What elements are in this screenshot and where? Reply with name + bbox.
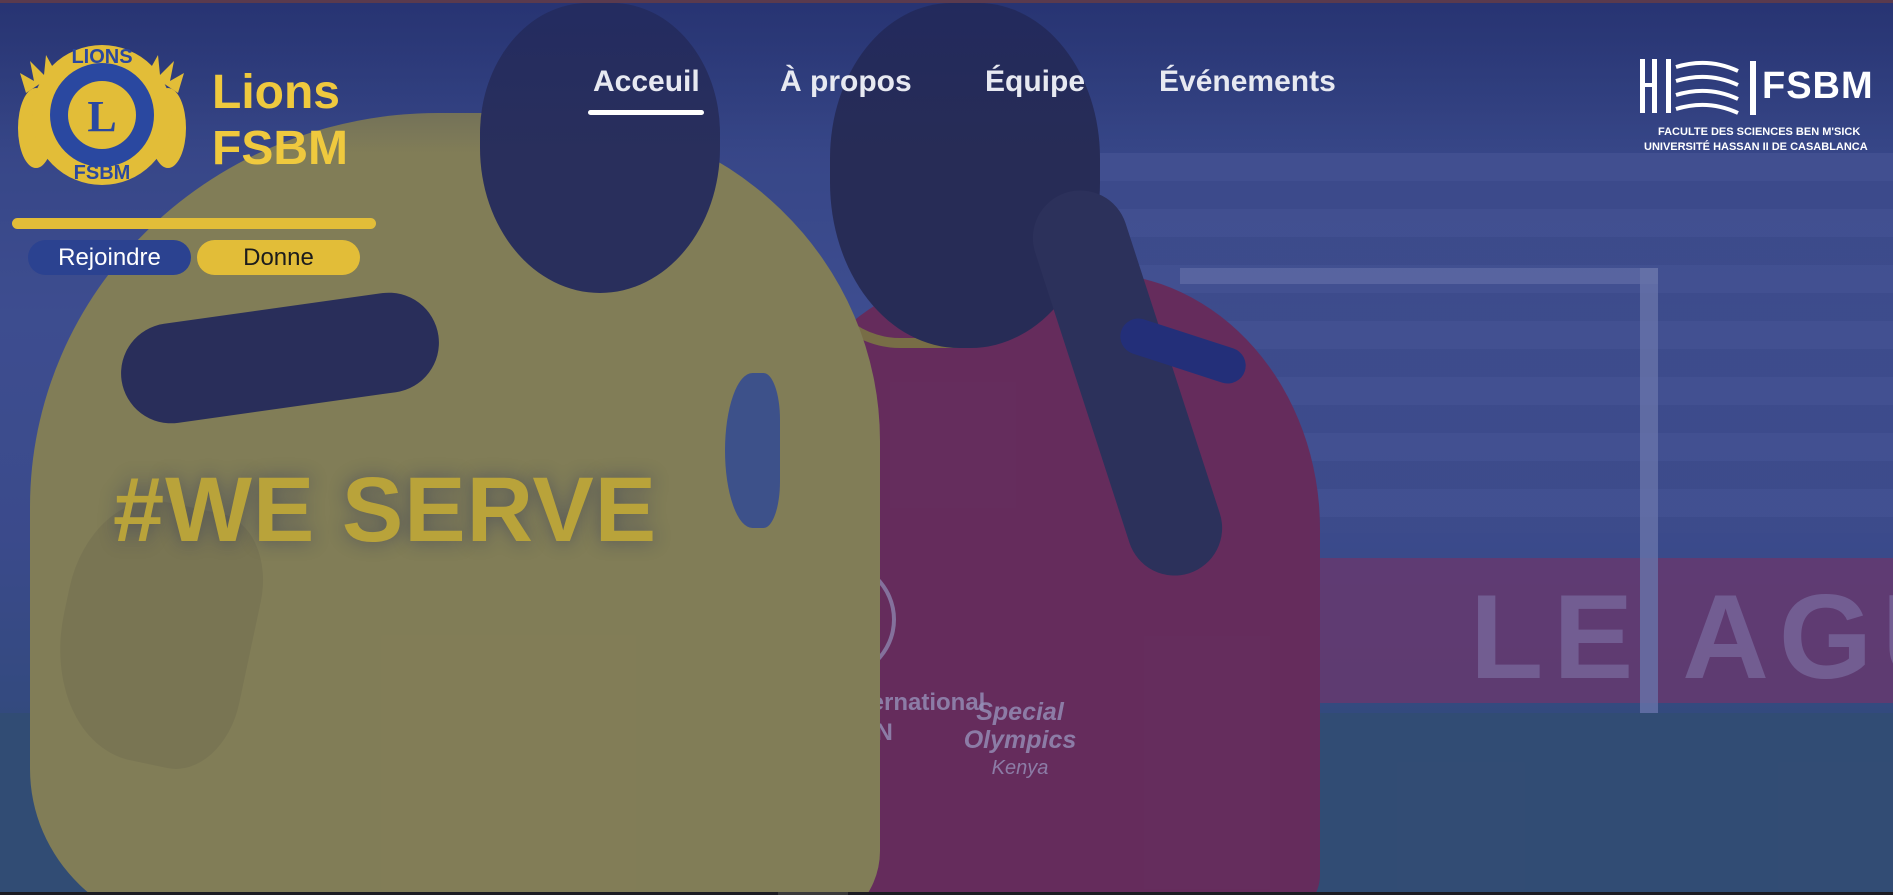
donate-button[interactable]: Donne: [197, 240, 360, 275]
faculty-logo[interactable]: FSBM FACULTE DES SCIENCES BEN M'SICK UNI…: [1638, 57, 1878, 157]
nav-home[interactable]: Acceuil: [593, 65, 700, 99]
university-name-line: UNIVERSITÉ HASSAN II DE CASABLANCA: [1644, 141, 1868, 153]
nav-about[interactable]: À propos: [780, 65, 912, 99]
faculty-name-line: FACULTE DES SCIENCES BEN M'SICK: [1658, 126, 1861, 138]
faculty-short-name: FSBM: [1762, 65, 1874, 107]
brand-title-line1: Lions: [212, 66, 340, 119]
logo-bottom-text: FSBM: [74, 162, 131, 184]
join-button[interactable]: Rejoindre: [28, 240, 191, 275]
brand-title[interactable]: Lions FSBM: [212, 65, 348, 177]
brand-accent-bar: [12, 218, 376, 229]
faculty-logo-separator: [1750, 61, 1756, 115]
hero-section: LE AGUE L Clubs International UNDATION S…: [0, 3, 1893, 892]
nav-active-underline: [588, 110, 704, 115]
logo-letter: L: [87, 92, 116, 141]
faculty-mark-icon: [1640, 59, 1739, 115]
lions-logo[interactable]: L LIONS FSBM: [16, 33, 188, 198]
nav-team[interactable]: Équipe: [985, 65, 1085, 99]
hero-slogan: #WE SERVE: [113, 459, 658, 561]
nav-events[interactable]: Événements: [1159, 65, 1336, 99]
brand-title-line2: FSBM: [212, 122, 348, 175]
logo-top-text: LIONS: [71, 46, 132, 68]
